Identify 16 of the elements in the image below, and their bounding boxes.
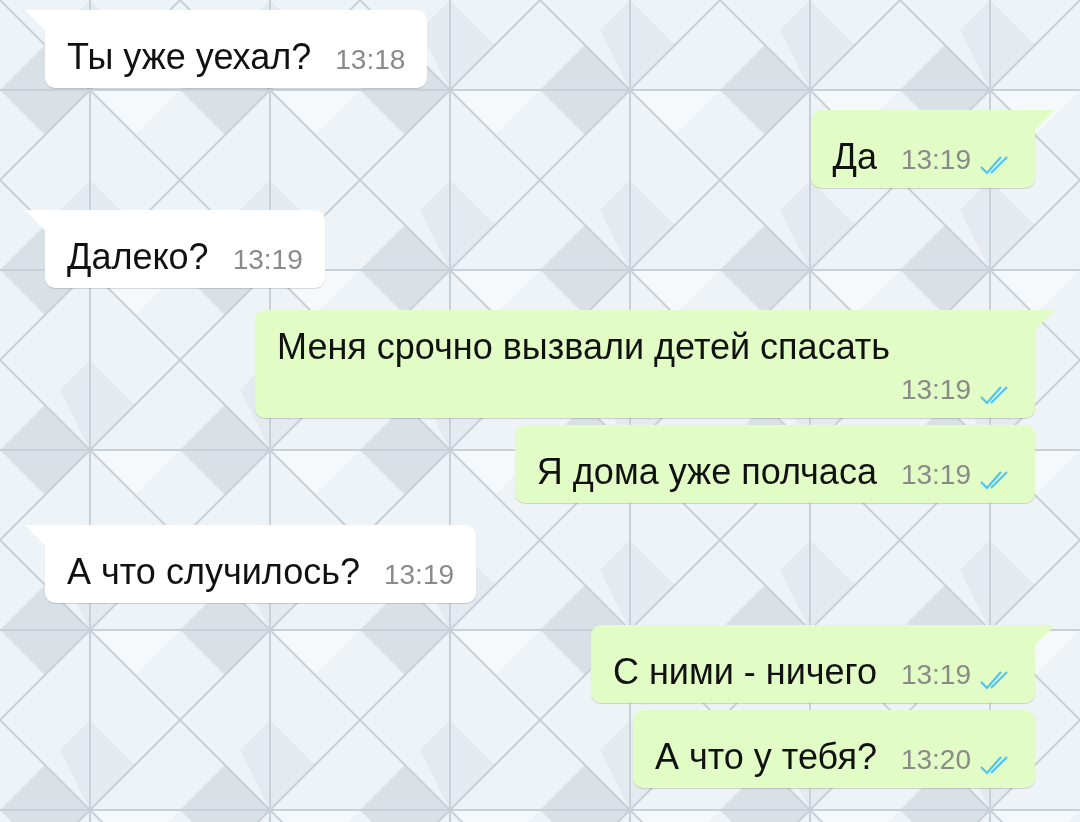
message-time: 13:19 — [383, 558, 455, 592]
message-time: 13:19 — [900, 658, 971, 692]
message-time: 13:19 — [900, 373, 971, 407]
message-text: Меня срочно вызвали детей спасать — [277, 325, 891, 369]
message-time: 13:19 — [232, 243, 303, 277]
message-text: Да — [832, 135, 877, 179]
message-time: 13:19 — [900, 143, 971, 177]
message-text: Далеко? — [67, 235, 209, 279]
message-text: А что у тебя? — [655, 735, 877, 779]
message-text: А что случилось? — [67, 550, 360, 594]
message-time: 13:19 — [900, 458, 971, 492]
message-text: Я дома уже полчаса — [536, 450, 877, 494]
message-time: 13:18 — [335, 43, 406, 77]
message-text: Ты уже уехал? — [67, 35, 312, 79]
message-text: С ними - ничего — [612, 650, 877, 694]
message-time: 13:20 — [900, 743, 971, 777]
